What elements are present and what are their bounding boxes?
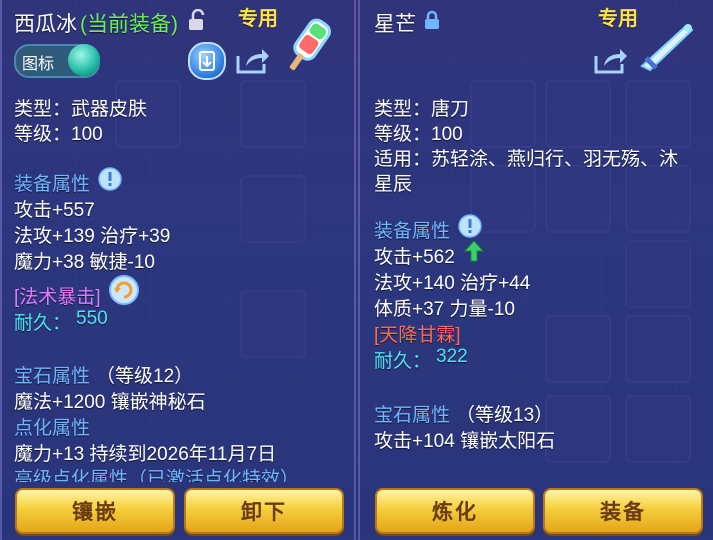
equip-button-label: 装备 xyxy=(600,501,646,524)
suitable-characters: 适用：苏轻涂、燕归行、羽无殇、沐 xyxy=(374,149,679,170)
exclusive-badge-label: 专用 xyxy=(598,8,638,30)
gem-level: （等级12） xyxy=(96,366,194,387)
refine-button-label: 炼化 xyxy=(432,501,478,524)
equipped-status: (当前装备) xyxy=(80,13,178,36)
share-icon[interactable] xyxy=(592,46,628,76)
unequip-button-label: 卸下 xyxy=(241,501,287,524)
suitable-characters-cont: 星辰 xyxy=(374,174,413,195)
durability-value: 550 xyxy=(76,308,108,329)
icon-toggle[interactable]: 图标 xyxy=(14,44,100,78)
blade-icon xyxy=(640,24,694,72)
up-arrow-icon xyxy=(464,240,484,262)
stat-attack: 攻击+557 xyxy=(14,200,95,221)
lock-icon[interactable] xyxy=(424,10,440,30)
item-tooltip-current: 西瓜冰 (当前装备) 专用 图标 类型：武器皮肤 等级：100 装备属性 攻击+… xyxy=(0,0,356,540)
unlock-icon[interactable] xyxy=(188,9,206,31)
item-level: 等级：100 xyxy=(374,124,463,145)
enhance-attr-header: 点化属性 xyxy=(14,418,91,439)
enhance-detail: 魔力+13 持续到2026年11月7日 xyxy=(14,444,277,465)
preview-button[interactable] xyxy=(188,42,226,80)
refine-button[interactable]: 炼化 xyxy=(375,488,535,534)
gem-attr-header: 宝石属性 xyxy=(14,366,91,387)
item-type: 类型：武器皮肤 xyxy=(14,99,148,120)
popsicle-icon xyxy=(289,18,332,71)
preview-icon xyxy=(199,51,215,71)
equip-button[interactable]: 装备 xyxy=(543,488,703,534)
stat-mana-agility: 魔力+38 敏捷-10 xyxy=(14,252,155,273)
equip-attr-header: 装备属性 xyxy=(14,174,91,195)
info-icon[interactable] xyxy=(458,214,482,238)
exclusive-badge-label: 专用 xyxy=(238,8,278,30)
stat-magic-heal: 法攻+140 治疗+44 xyxy=(374,273,531,294)
item-tooltip-compare: 星芒 专用 类型：唐刀 等级：100 适用：苏轻涂、燕归行、羽无殇、沐 星辰 装… xyxy=(358,0,713,540)
item-level: 等级：100 xyxy=(14,124,103,145)
refresh-icon[interactable] xyxy=(108,274,140,306)
special-skill: [法术暴击] xyxy=(14,287,101,308)
share-icon[interactable] xyxy=(234,46,270,76)
info-icon[interactable] xyxy=(98,167,122,191)
advanced-enhance-header: 高级点化属性（已激活点化特效） xyxy=(14,469,300,482)
stat-attack: 攻击+562 xyxy=(374,247,455,268)
special-skill: [天降甘霖] xyxy=(374,325,461,346)
icon-toggle-label: 图标 xyxy=(22,56,55,73)
gem-detail: 魔法+1200 镶嵌神秘石 xyxy=(14,392,206,413)
gem-detail: 攻击+104 镶嵌太阳石 xyxy=(374,431,556,452)
item-type: 类型：唐刀 xyxy=(374,99,470,120)
gem-attr-header: 宝石属性 xyxy=(374,405,451,426)
durability-value: 322 xyxy=(436,346,468,367)
inlay-button-label: 镶嵌 xyxy=(72,501,118,524)
durability-label: 耐久： xyxy=(374,351,432,372)
item-name: 西瓜冰 xyxy=(14,13,77,36)
stat-con-str: 体质+37 力量-10 xyxy=(374,299,515,320)
equip-attr-header: 装备属性 xyxy=(374,221,451,242)
item-name: 星芒 xyxy=(374,13,416,36)
durability-label: 耐久： xyxy=(14,313,72,334)
toggle-knob xyxy=(68,44,100,76)
inlay-button[interactable]: 镶嵌 xyxy=(15,488,175,534)
stat-magic-heal: 法攻+139 治疗+39 xyxy=(14,226,171,247)
unequip-button[interactable]: 卸下 xyxy=(184,488,344,534)
gem-level: （等级13） xyxy=(456,405,554,426)
